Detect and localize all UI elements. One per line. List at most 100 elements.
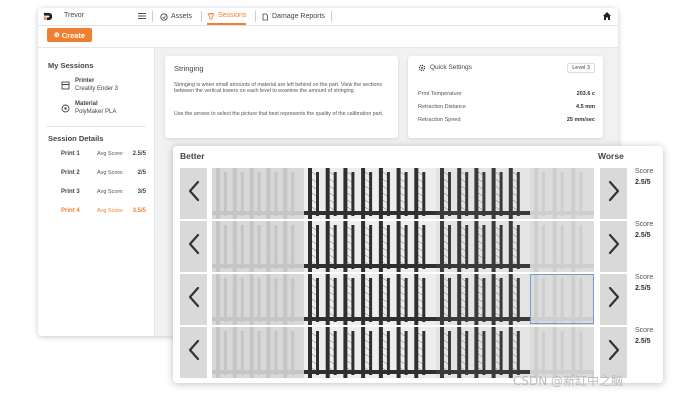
printer-icon xyxy=(61,81,70,90)
calibration-tower-image xyxy=(304,168,436,219)
create-button-label: Create xyxy=(61,30,86,40)
image-strip xyxy=(212,274,594,325)
document-icon xyxy=(262,13,268,20)
stringing-description: Stringing is when small amounts of mater… xyxy=(174,82,383,95)
score-label: Score xyxy=(635,274,654,281)
print-row-3[interactable]: Print 3 Avg Score: 3/5 xyxy=(61,189,146,198)
worse-label: Worse xyxy=(598,151,624,161)
print-name: Print 3 xyxy=(61,189,80,195)
printer-info: Printer Creality Ender 3 xyxy=(75,77,118,93)
print-name: Print 2 xyxy=(61,170,80,176)
previous-arrow-button[interactable] xyxy=(180,274,207,325)
next-arrow-button[interactable] xyxy=(600,168,627,219)
chevron-right-icon xyxy=(607,180,621,207)
material-spool-icon xyxy=(61,104,70,113)
calibration-tower-image xyxy=(212,327,304,378)
setting-label: Retraction Distance xyxy=(418,104,466,110)
next-arrow-button[interactable] xyxy=(600,221,627,272)
avg-score-label: Avg Score: xyxy=(97,151,124,157)
chevron-right-icon xyxy=(607,233,621,260)
print-row-1[interactable]: Print 1 Avg Score: 2.5/5 xyxy=(61,151,146,160)
setting-value: 4.5 mm xyxy=(576,104,595,110)
print-row-2[interactable]: Print 2 Avg Score: 2/5 xyxy=(61,170,146,179)
avg-score-value: 3.5/5 xyxy=(132,208,146,214)
calibration-tower-image xyxy=(212,221,304,272)
avg-score-value: 2.5/5 xyxy=(132,151,146,157)
score-value: 2.5/5 xyxy=(635,285,651,292)
previous-arrow-button[interactable] xyxy=(180,327,207,378)
previous-arrow-button[interactable] xyxy=(180,221,207,272)
stringing-title: Stringing xyxy=(174,64,204,73)
plus-circle-icon: ⊕ xyxy=(53,32,60,39)
stringing-card: Stringing Stringing is when small amount… xyxy=(165,56,398,138)
avg-score-label: Avg Score: xyxy=(97,189,124,195)
setting-label: Print Temperature xyxy=(418,91,462,97)
tab-sessions[interactable]: Sessions xyxy=(207,8,247,25)
material-title: Material xyxy=(75,101,98,107)
my-sessions-heading: My Sessions xyxy=(48,61,94,70)
level-badge[interactable]: Level 3 xyxy=(567,63,595,73)
previous-arrow-button[interactable] xyxy=(180,168,207,219)
tab-sessions-label: Sessions xyxy=(218,12,247,19)
nav-separator xyxy=(152,11,153,22)
printer-value: Creality Ender 3 xyxy=(75,86,119,92)
next-arrow-button[interactable] xyxy=(600,274,627,325)
nav-separator xyxy=(255,11,256,22)
comparison-row-2: Score 2.5/5 xyxy=(180,221,656,273)
session-details-heading: Session Details xyxy=(48,134,104,143)
hamburger-menu-icon[interactable] xyxy=(137,11,147,21)
tab-assets-label: Assets xyxy=(171,13,193,20)
calibration-tower-image xyxy=(530,168,594,219)
calibration-tower-image xyxy=(530,327,594,378)
print-name: Print 1 xyxy=(61,151,80,157)
score-label: Score xyxy=(635,221,654,228)
material-value: PolyMaker PLA xyxy=(75,109,117,115)
setting-value: 203.6 c xyxy=(576,91,595,97)
home-icon[interactable] xyxy=(602,11,612,21)
quick-settings-title: Quick Settings xyxy=(430,64,472,71)
nav-separator xyxy=(201,11,202,22)
tab-damage-reports[interactable]: Damage Reports xyxy=(261,8,325,25)
tab-damage-reports-label: Damage Reports xyxy=(272,13,325,20)
chevron-right-icon xyxy=(607,286,621,313)
image-strip xyxy=(212,221,594,272)
user-name[interactable]: Trevor xyxy=(64,12,84,19)
sessions-icon xyxy=(207,12,215,19)
avg-score-value: 3/5 xyxy=(137,189,146,195)
avg-score-label: Avg Score: xyxy=(97,208,124,214)
setting-value: 25 mm/sec xyxy=(566,117,595,123)
setting-row-print-temperature: Print Temperature 203.6 c xyxy=(418,91,595,99)
material-info: Material PolyMaker PLA xyxy=(75,100,116,116)
calibration-tower-image xyxy=(212,274,304,325)
calibration-tower-image xyxy=(436,274,530,325)
calibration-tower-image xyxy=(304,221,436,272)
printer-title: Printer xyxy=(75,78,95,84)
calibration-tower-image xyxy=(212,168,304,219)
nav-separator xyxy=(331,11,332,22)
chevron-left-icon xyxy=(187,233,201,260)
next-arrow-button[interactable] xyxy=(600,327,627,378)
selected-image-highlight[interactable] xyxy=(530,274,594,324)
stringing-instructions: Use the arrows to select the picture tha… xyxy=(174,111,384,117)
quick-settings-card: Quick Settings Level 3 Print Temperature… xyxy=(408,56,603,138)
comparison-panel: Better Worse Score 2.5/5 Score 2.5/5 Score 2.… xyxy=(173,146,663,383)
print-row-4[interactable]: Print 4 Avg Score: 3.5/5 xyxy=(61,208,146,217)
gear-icon xyxy=(418,64,426,72)
create-button[interactable]: ⊕ Create xyxy=(47,28,92,42)
setting-row-retraction-speed: Retraction Speed 25 mm/sec xyxy=(418,117,595,125)
better-label: Better xyxy=(180,151,205,161)
score-label: Score xyxy=(635,168,654,175)
score-label: Score xyxy=(635,327,654,334)
comparison-row-3: Score 2.5/5 xyxy=(180,274,656,326)
watermark-text: CSDN @新缸中之脑 xyxy=(513,374,624,388)
calibration-tower-image xyxy=(436,221,530,272)
calibration-tower-image xyxy=(304,274,436,325)
tab-assets[interactable]: Assets xyxy=(160,8,192,25)
chevron-left-icon xyxy=(187,180,201,207)
calibration-tower-image xyxy=(436,327,530,378)
image-strip xyxy=(212,327,594,378)
assets-icon xyxy=(160,12,168,21)
app-logo-icon xyxy=(43,12,53,21)
sidebar-divider xyxy=(46,126,146,127)
avg-score-label: Avg Score: xyxy=(97,170,124,176)
